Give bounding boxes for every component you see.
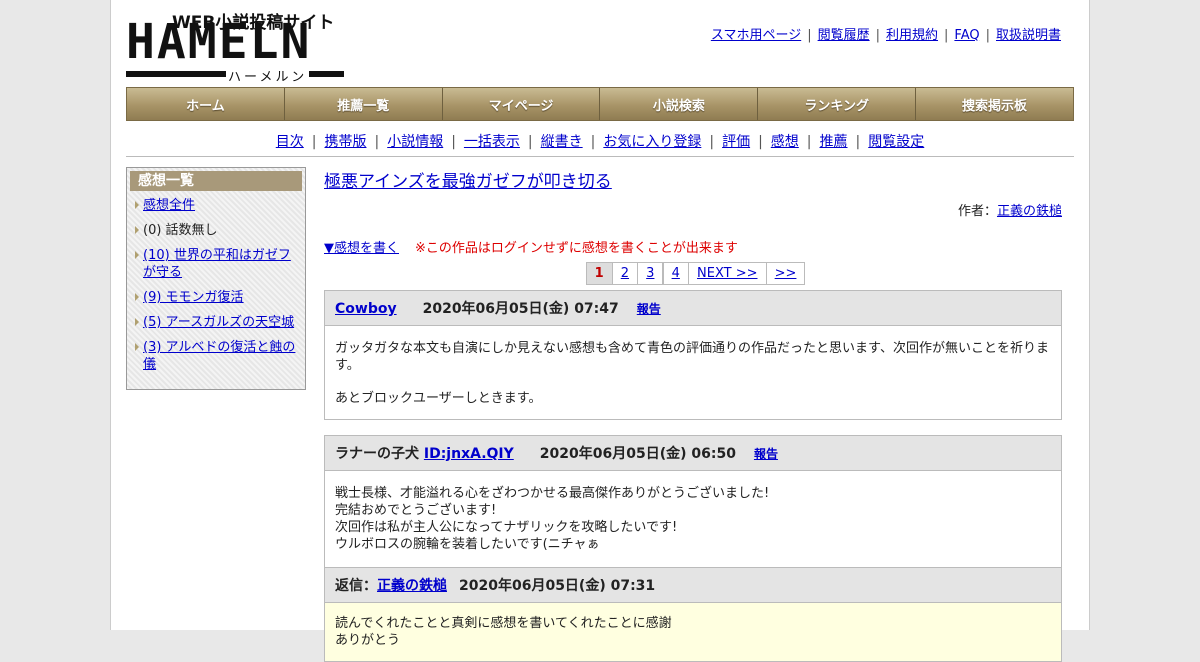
reply-header: 返信：正義の鉄槌 2020年06月05日(金) 07:31 (325, 567, 1061, 603)
bullet-icon (135, 293, 139, 301)
page-last[interactable]: >> (765, 262, 806, 285)
logo-kana: ハーメルン (226, 66, 310, 85)
comment-date: 2020年06月05日(金) 06:50 (539, 446, 736, 462)
bullet-icon (135, 226, 139, 234)
page-link-text[interactable]: 3 (646, 266, 654, 281)
subnav-recommend[interactable]: 推薦 (820, 134, 848, 150)
sidebar-item: (3) アルベドの復活と蝕の儀 (135, 339, 301, 373)
subnav-mobile[interactable]: 携帯版 (324, 134, 366, 150)
subnav-comments[interactable]: 感想 (771, 134, 799, 150)
page-link[interactable]: 4 (662, 262, 689, 285)
author-label: 作者： (957, 204, 997, 219)
sidebar-list: 感想全件 (0) 話数無し (10) 世界の平和はガゼフが守る (9) モモンガ… (127, 197, 305, 373)
nav-mypage[interactable]: マイページ (442, 88, 601, 120)
link-history[interactable]: 閲覧履歴 (818, 28, 870, 43)
page-link-text[interactable]: 4 (672, 266, 680, 281)
page-last-text[interactable]: >> (775, 266, 797, 281)
subnav-favorite[interactable]: お気に入り登録 (603, 134, 701, 150)
link-faq[interactable]: FAQ (954, 28, 979, 43)
page-next-text[interactable]: NEXT >> (697, 266, 757, 281)
link-terms[interactable]: 利用規約 (886, 28, 938, 43)
bullet-icon (135, 318, 139, 326)
reply-body: 読んでくれたことと真剣に感想を書いてくれたことに感謝 ありがとう (325, 603, 1061, 661)
reply-line: ありがとう (335, 633, 401, 648)
comment-line: 完結おめでとうございます! (335, 503, 497, 518)
nav-board[interactable]: 捜索掲示板 (916, 88, 1073, 120)
comment-line: 次回作は私が主人公になってナザリックを攻略したいです! (335, 520, 678, 535)
page-current: 1 (585, 262, 613, 285)
comment-user-link[interactable]: Cowboy (335, 301, 397, 317)
author-link[interactable]: 正義の鉄槌 (997, 204, 1062, 219)
nav-home[interactable]: ホーム (127, 88, 285, 120)
sub-nav: 目次 | 携帯版 | 小説情報 | 一括表示 | 縦書き | お気に入り登録 | 評価 | 感想 | 推薦 | 閲覧… (275, 134, 925, 150)
comment-paragraph: ガッタガタな本文も自演にしか見えない感想も含めて青色の評価通りの作品だったと思い… (335, 341, 1049, 373)
sidebar-link-chapter[interactable]: (5) アースガルズの天空城 (143, 315, 294, 330)
page-next[interactable]: NEXT >> (688, 262, 767, 285)
nav-ranking[interactable]: ランキング (758, 88, 917, 120)
comment-header: ラナーの子犬 ID:jnxA.QIY 2020年06月05日(金) 06:50 報告 (325, 436, 1061, 471)
sidebar-item: (0) 話数無し (135, 222, 301, 239)
subnav-toc[interactable]: 目次 (276, 134, 304, 150)
link-smartphone[interactable]: スマホ用ページ (711, 28, 801, 43)
work-title[interactable]: 極悪アインズを最強ガゼフが叩き切る (324, 172, 612, 192)
reply-line: 読んでくれたことと真剣に感想を書いてくれたことに感謝 (335, 616, 672, 631)
sidebar-text-none: (0) 話数無し (143, 223, 218, 238)
bullet-icon (135, 251, 139, 259)
sidebar-title: 感想一覧 (130, 171, 302, 191)
page-link[interactable]: 3 (637, 262, 664, 285)
subnav-vertical[interactable]: 縦書き (541, 134, 583, 150)
bullet-icon (135, 343, 139, 351)
top-links: スマホ用ページ | 閲覧履歴 | 利用規約 | FAQ | 取扱説明書 (710, 28, 1061, 43)
comment-date: 2020年06月05日(金) 07:47 (422, 301, 619, 317)
link-manual[interactable]: 取扱説明書 (996, 28, 1061, 43)
comment-paragraph: あとブロックユーザーしときます。 (335, 391, 542, 406)
logo-wordmark: HAMELN (126, 14, 312, 70)
nav-search[interactable]: 小説検索 (600, 88, 759, 120)
pagination: 1 2 3 4 NEXT >> >> (324, 262, 1062, 285)
subnav-info[interactable]: 小説情報 (387, 134, 443, 150)
reply-label: 返信： (335, 578, 377, 594)
sidebar-link-chapter[interactable]: (10) 世界の平和はガゼフが守る (143, 248, 291, 280)
reply-author-link[interactable]: 正義の鉄槌 (377, 578, 447, 594)
subnav-all[interactable]: 一括表示 (464, 134, 520, 150)
nav-recommendations[interactable]: 推薦一覧 (284, 88, 443, 120)
report-link[interactable]: 報告 (637, 302, 661, 316)
bullet-icon (135, 201, 139, 209)
page-link-text[interactable]: 2 (621, 266, 629, 281)
comment: ラナーの子犬 ID:jnxA.QIY 2020年06月05日(金) 06:50 報告… (324, 435, 1062, 662)
sidebar-item: (5) アースガルズの天空城 (135, 314, 301, 331)
comment-body: ガッタガタな本文も自演にしか見えない感想も含めて青色の評価通りの作品だったと思い… (325, 326, 1061, 419)
comment: Cowboy 2020年06月05日(金) 07:47 報告 ガッタガタな本文も自演… (324, 290, 1062, 420)
report-link[interactable]: 報告 (754, 447, 778, 461)
main-content: 極悪アインズを最強ガゼフが叩き切る 作者：正義の鉄槌 ▼感想を書く ※この作品はロ… (324, 167, 1062, 662)
page: WEB小説投稿サイト HAMELN ハーメルン スマホ用ページ | 閲覧履歴 | 利用規… (110, 0, 1090, 662)
site-logo[interactable]: WEB小説投稿サイト HAMELN ハーメルン (126, 8, 346, 85)
subnav-settings[interactable]: 閲覧設定 (868, 134, 924, 150)
comment-line: 戦士長様、才能溢れる心をざわつかせる最高傑作ありがとうございました! (335, 486, 770, 501)
reply-date: 2020年06月05日(金) 07:31 (459, 578, 656, 594)
sidebar-item: (9) モモンガ復活 (135, 289, 301, 306)
comment-line: ウルボロスの腕輪を装着したいです(ニチャぁ (335, 537, 600, 552)
sidebar-link-chapter[interactable]: (9) モモンガ復活 (143, 290, 244, 305)
sidebar-link-chapter[interactable]: (3) アルベドの復活と蝕の儀 (143, 340, 295, 372)
comment-user-id-link[interactable]: ID:jnxA.QIY (424, 446, 514, 462)
comment-body: 戦士長様、才能溢れる心をざわつかせる最高傑作ありがとうございました! 完結おめで… (325, 471, 1061, 553)
divider (126, 156, 1074, 157)
main-nav: ホーム 推薦一覧 マイページ 小説検索 ランキング 捜索掲示板 (126, 87, 1074, 121)
sidebar-link-all[interactable]: 感想全件 (143, 198, 195, 213)
comment-header: Cowboy 2020年06月05日(金) 07:47 報告 (325, 291, 1061, 326)
sidebar-item: 感想全件 (135, 197, 301, 214)
subnav-rate[interactable]: 評価 (722, 134, 750, 150)
write-line: ▼感想を書く ※この作品はログインせずに感想を書くことが出来ます (324, 237, 1062, 256)
sidebar-item: (10) 世界の平和はガゼフが守る (135, 247, 301, 281)
write-comment-link[interactable]: ▼感想を書く (324, 241, 399, 256)
author-line: 作者：正義の鉄槌 (324, 200, 1062, 219)
sidebar: 感想一覧 感想全件 (0) 話数無し (10) 世界の平和はガゼフが守る (9)… (126, 167, 306, 390)
login-notice: ※この作品はログインせずに感想を書くことが出来ます (415, 241, 738, 256)
page-link[interactable]: 2 (611, 262, 639, 285)
comment-user-name: ラナーの子犬 (335, 446, 419, 462)
